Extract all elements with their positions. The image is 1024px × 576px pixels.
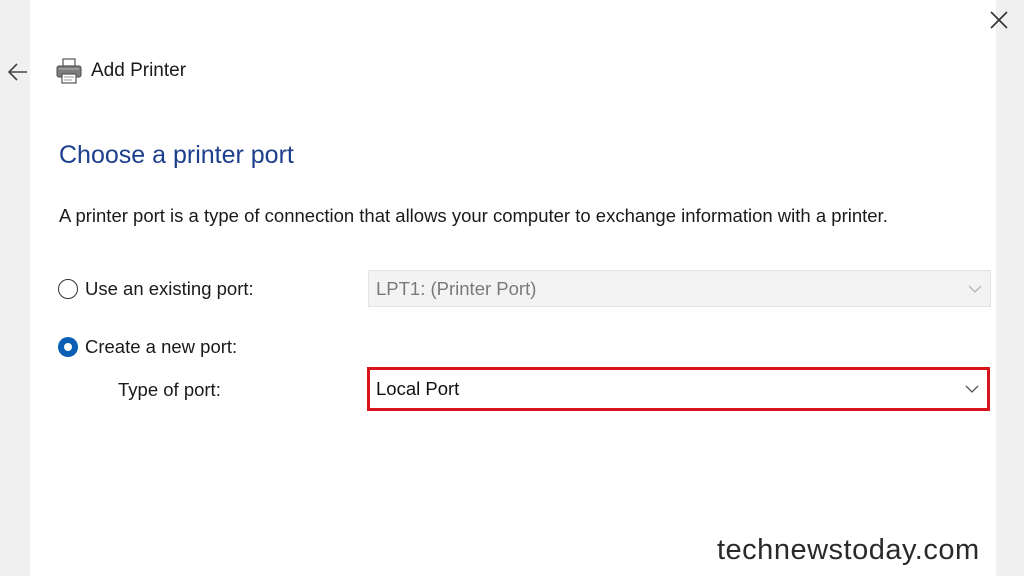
printer-icon [54, 56, 84, 86]
chevron-down-icon [965, 385, 979, 393]
back-button[interactable] [2, 56, 34, 88]
close-icon [990, 11, 1008, 29]
port-type-value: Local Port [376, 378, 460, 399]
back-arrow-icon [8, 63, 27, 81]
create-port-label: Create a new port: [85, 336, 238, 357]
existing-port-label: Use an existing port: [85, 278, 254, 299]
chevron-down-icon [968, 285, 982, 293]
page-description: A printer port is a type of connection t… [59, 205, 888, 226]
watermark: technewstoday.com [717, 534, 980, 566]
add-printer-window: Add Printer Choose a printer port A prin… [0, 0, 1024, 576]
page-heading: Choose a printer port [59, 141, 294, 169]
existing-port-select: LPT1: (Printer Port) [368, 270, 991, 307]
radio-unchecked-icon [58, 279, 78, 299]
existing-port-radio[interactable]: Use an existing port: [58, 278, 254, 300]
existing-port-value: LPT1: (Printer Port) [376, 277, 537, 299]
create-port-radio[interactable]: Create a new port: [58, 336, 237, 358]
port-type-label: Type of port: [118, 379, 221, 400]
close-button[interactable] [982, 4, 1016, 36]
window-title: Add Printer [91, 60, 187, 81]
radio-checked-icon [58, 337, 78, 357]
port-type-select[interactable]: Local Port [367, 367, 990, 411]
